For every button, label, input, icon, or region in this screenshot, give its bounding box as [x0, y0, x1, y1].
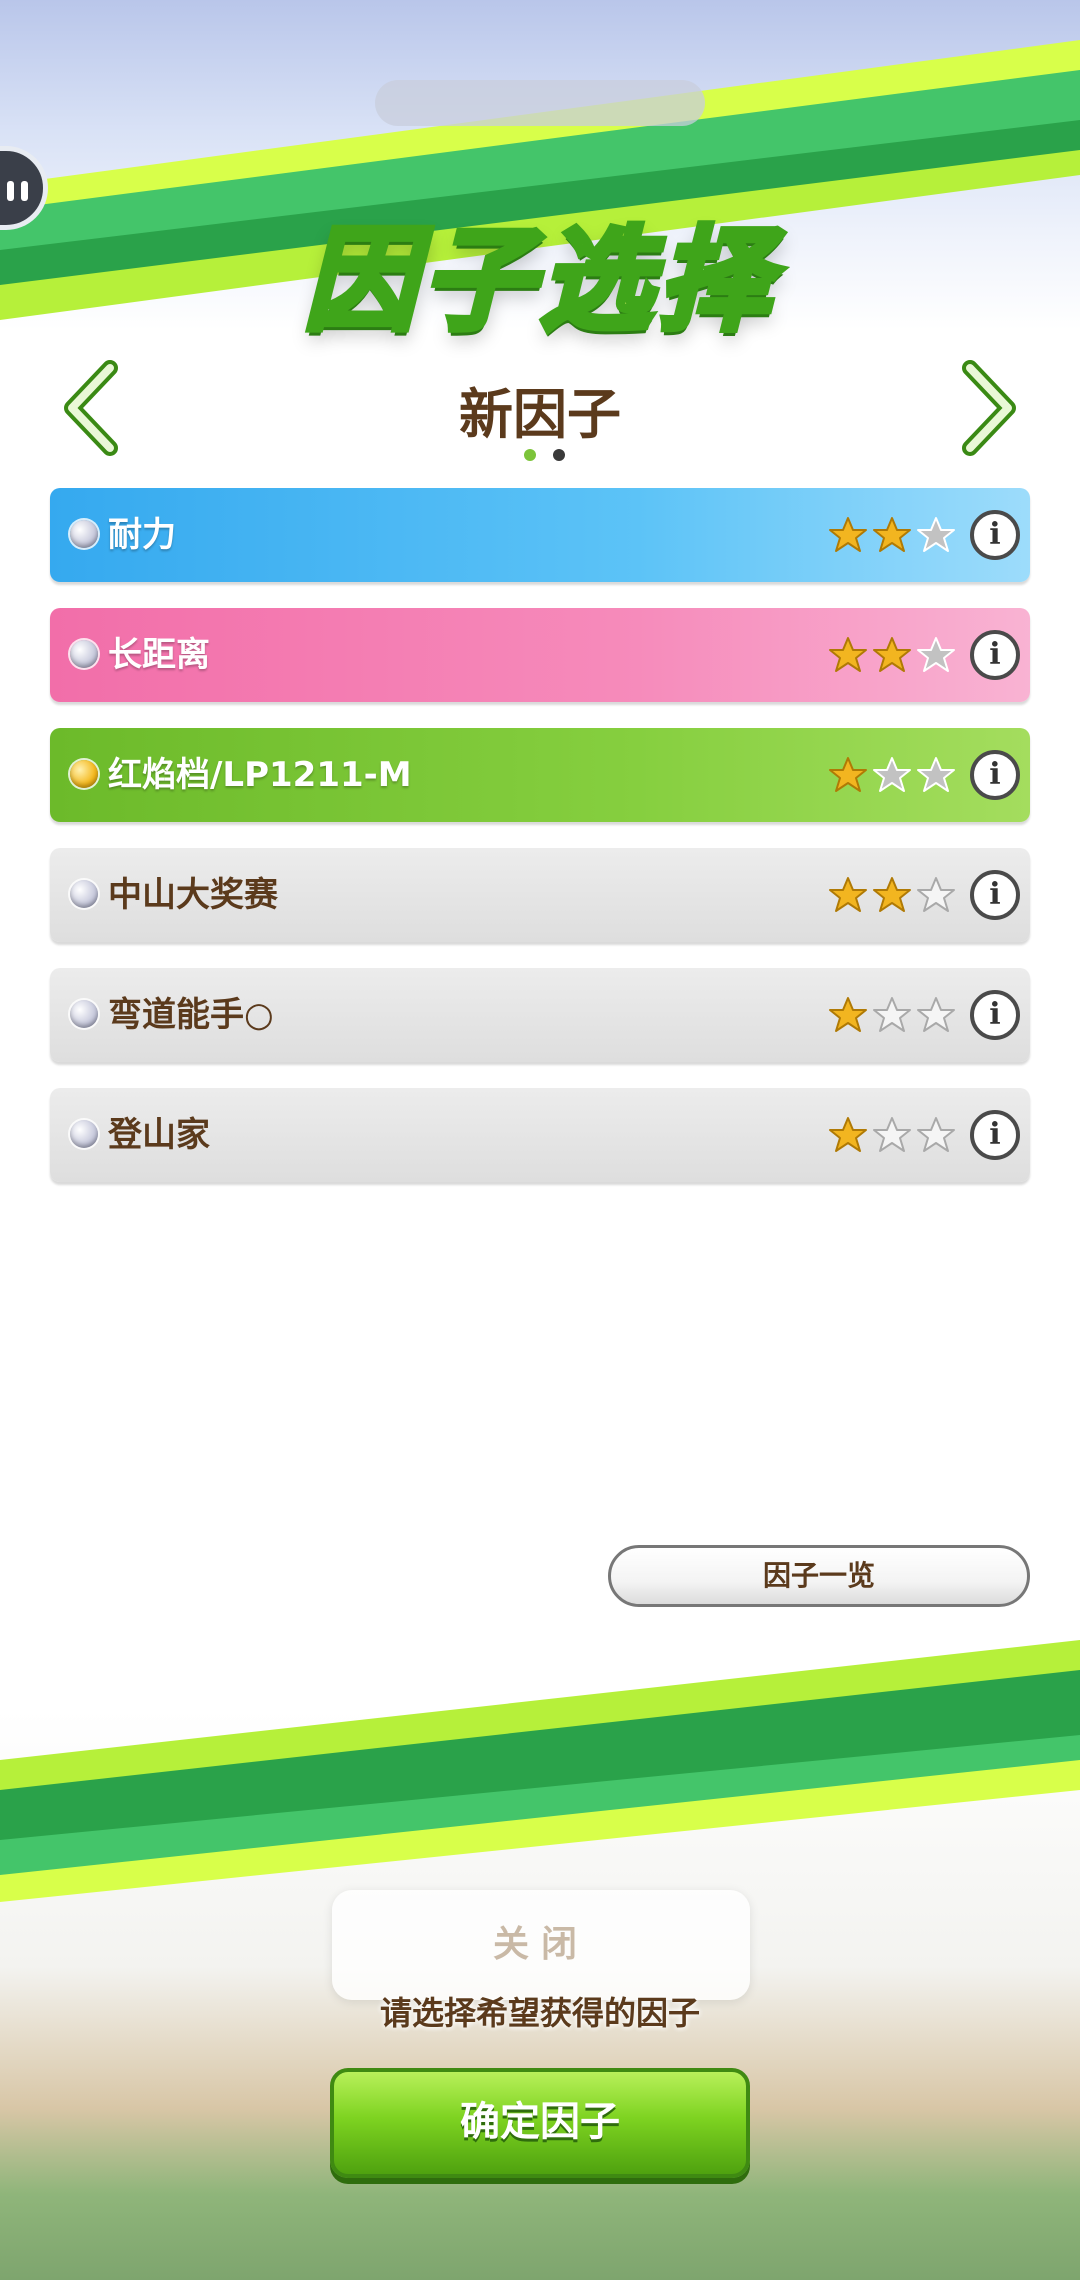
star-rating — [824, 636, 956, 674]
silver-orb-icon — [70, 640, 98, 668]
status-pill — [375, 80, 705, 126]
page-dot-active — [524, 449, 536, 461]
star-empty-icon — [917, 877, 955, 912]
factor-row[interactable]: 弯道能手○ i — [50, 968, 1030, 1062]
star-filled-icon — [829, 637, 867, 672]
factor-row[interactable]: 长距离 i — [50, 608, 1030, 702]
confirm-factor-button[interactable]: 确定因子 — [330, 2068, 750, 2178]
factor-name: 长距离 — [108, 635, 210, 675]
factor-row[interactable]: 登山家 i — [50, 1088, 1030, 1182]
factor-name: 弯道能手○ — [108, 995, 274, 1035]
close-button-background: 关闭 — [332, 1890, 750, 2000]
star-empty-icon — [873, 997, 911, 1032]
star-empty-icon — [917, 637, 955, 672]
star-filled-icon — [829, 1117, 867, 1152]
factor-list: 耐力 i 长距离 i 红焰档/LP1211-M i 中山大奖赛 i 弯道能手○ i 登山家 i — [50, 488, 1030, 1208]
star-empty-icon — [917, 517, 955, 552]
star-empty-icon — [873, 1117, 911, 1152]
info-icon[interactable]: i — [970, 630, 1020, 680]
page-title: 因子选择 — [301, 213, 776, 349]
star-filled-icon — [829, 997, 867, 1032]
star-empty-icon — [917, 1117, 955, 1152]
factor-list-button[interactable]: 因子一览 — [608, 1545, 1030, 1607]
silver-orb-icon — [70, 880, 98, 908]
factor-row[interactable]: 中山大奖赛 i — [50, 848, 1030, 942]
info-icon[interactable]: i — [970, 1110, 1020, 1160]
page-dot — [553, 449, 566, 461]
factor-name: 登山家 — [108, 1115, 210, 1155]
info-icon[interactable]: i — [970, 510, 1020, 560]
info-icon[interactable]: i — [970, 990, 1020, 1040]
star-empty-icon — [917, 997, 955, 1032]
star-rating — [824, 996, 956, 1034]
factor-name: 耐力 — [108, 515, 176, 555]
star-rating — [824, 1116, 956, 1154]
star-filled-icon — [829, 877, 867, 912]
gold-orb-icon — [70, 760, 98, 788]
star-filled-icon — [873, 517, 911, 552]
silver-orb-icon — [70, 1120, 98, 1148]
factor-name: 中山大奖赛 — [108, 875, 278, 915]
factor-row[interactable]: 红焰档/LP1211-M i — [50, 728, 1030, 822]
star-filled-icon — [829, 757, 867, 792]
silver-orb-icon — [70, 520, 98, 548]
star-empty-icon — [917, 757, 955, 792]
star-empty-icon — [873, 757, 911, 792]
factor-name: 红焰档/LP1211-M — [108, 755, 412, 795]
star-rating — [824, 876, 956, 914]
info-icon[interactable]: i — [970, 870, 1020, 920]
info-icon[interactable]: i — [970, 750, 1020, 800]
section-title: 新因子 — [459, 383, 621, 446]
selection-prompt: 请选择希望获得的因子 — [379, 1994, 700, 2032]
silver-orb-icon — [70, 1000, 98, 1028]
star-filled-icon — [873, 877, 911, 912]
star-rating — [824, 756, 956, 794]
page-indicator — [518, 446, 571, 465]
star-rating — [824, 516, 956, 554]
factor-row[interactable]: 耐力 i — [50, 488, 1030, 582]
star-filled-icon — [873, 637, 911, 672]
star-filled-icon — [829, 517, 867, 552]
